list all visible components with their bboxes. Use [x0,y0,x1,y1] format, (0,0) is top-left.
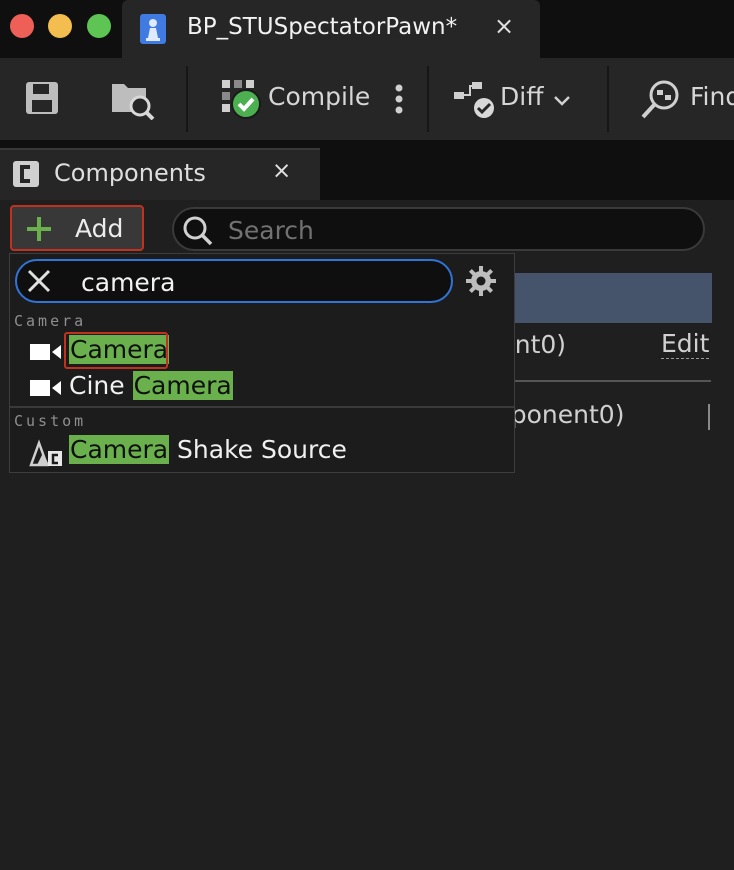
toolbar-divider [427,66,429,132]
maximize-window-button[interactable] [87,14,111,38]
save-icon [26,82,58,114]
components-search-box[interactable] [172,207,705,251]
find-label: Find [690,82,734,111]
browse-button[interactable] [108,58,158,140]
menu-item-cine-camera[interactable]: Cine Camera [10,370,514,406]
title-bar: BP_STUSpectatorPawn* × [0,0,734,58]
category-header-custom: Custom [14,412,87,430]
camera-icon [30,344,61,360]
category-header-camera: Camera [14,312,87,330]
toolbar-gap [0,140,734,148]
selected-component-row[interactable] [515,273,712,323]
diff-button[interactable]: Diff [450,58,580,140]
components-panel-title: Components [54,159,206,187]
menu-item-camera-shake-source[interactable]: Camera Shake Source [10,434,514,470]
gear-icon[interactable] [465,265,497,297]
annotation-highlight-box [64,332,168,369]
component-tree-divider [515,380,711,382]
compile-options-button[interactable] [388,58,412,140]
blueprint-pawn-icon [140,14,166,44]
diff-label: Diff [500,82,544,111]
close-panel-icon[interactable]: × [272,158,291,184]
close-tab-icon[interactable]: × [494,12,514,40]
plus-icon [27,217,51,241]
item-suffix: Shake Source [169,435,347,464]
toolbar-divider [186,66,188,132]
compile-success-icon [222,80,261,119]
edit-in-cpp-link[interactable]: Edit [661,330,710,359]
item-prefix: Cine [69,371,133,400]
add-component-button[interactable]: Add [10,205,144,251]
search-match-highlight: Camera [69,435,170,464]
add-button-label: Add [75,214,124,243]
edit-link-partial[interactable] [708,404,710,430]
compile-label: Compile [268,82,371,111]
toolbar-divider [607,66,609,132]
find-icon [641,80,679,119]
save-button[interactable] [18,58,68,140]
chevron-down-icon [554,96,570,106]
diff-icon [454,82,494,118]
close-window-button[interactable] [10,14,34,38]
document-tab-title: BP_STUSpectatorPawn* [187,14,458,40]
components-panel-tab[interactable]: Components × [0,148,320,202]
folder-search-icon [112,84,155,120]
category-divider [10,406,514,408]
components-search-input[interactable] [226,211,690,249]
search-icon [183,216,213,246]
clear-search-icon[interactable] [25,267,53,295]
minimize-window-button[interactable] [48,14,72,38]
find-button[interactable]: Find [640,58,734,140]
document-tab[interactable]: BP_STUSpectatorPawn* × [122,0,540,58]
camera-icon [30,380,61,396]
components-icon [13,161,39,187]
more-options-icon [395,84,403,114]
compile-button[interactable]: Compile [218,58,373,140]
menu-search-box[interactable] [15,259,453,303]
menu-search-input[interactable] [79,263,443,301]
camera-shake-icon [29,439,62,467]
search-match-highlight: Camera [132,371,233,400]
toolbar: Compile Diff Find [0,58,734,140]
